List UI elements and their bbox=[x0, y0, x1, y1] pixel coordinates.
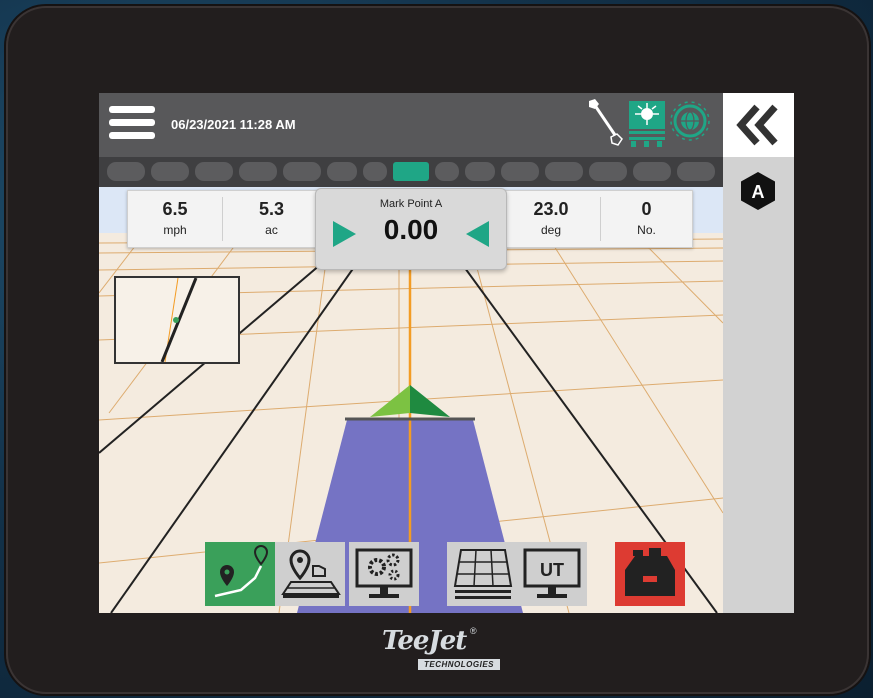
hexagon-a-icon: A bbox=[741, 172, 775, 210]
boom-section[interactable] bbox=[465, 162, 495, 181]
boom-section[interactable] bbox=[107, 162, 145, 181]
boom-section[interactable] bbox=[435, 162, 459, 181]
boom-sections-bar bbox=[99, 157, 723, 187]
guidance-mode-button[interactable] bbox=[205, 542, 275, 606]
settings-gears-monitor-icon bbox=[355, 548, 413, 598]
boom-section[interactable] bbox=[589, 162, 627, 181]
status-icons bbox=[589, 99, 710, 147]
field-menu-button[interactable] bbox=[447, 542, 517, 606]
double-chevron-left-icon bbox=[736, 104, 778, 146]
boom-section[interactable] bbox=[195, 162, 233, 181]
heading-unit: deg bbox=[540, 223, 562, 237]
speed-value: 6.5 bbox=[162, 199, 188, 219]
area-unit: ac bbox=[265, 223, 278, 237]
mode-a-badge[interactable]: A bbox=[738, 171, 778, 216]
boom-section[interactable] bbox=[239, 162, 277, 181]
hamburger-menu-icon[interactable] bbox=[109, 106, 155, 144]
logo-subtitle: TECHNOLOGIES bbox=[418, 659, 501, 670]
boom-line-icon bbox=[589, 99, 623, 146]
steer-right-arrow-icon bbox=[333, 221, 356, 247]
steer-left-arrow-icon bbox=[466, 221, 489, 247]
boom-section[interactable] bbox=[327, 162, 357, 181]
cross-track-label: Mark Point A bbox=[379, 198, 443, 210]
area-readout[interactable]: 5.3 ac bbox=[223, 191, 320, 247]
universal-terminal-button[interactable]: UT bbox=[517, 542, 587, 606]
swath-number-readout[interactable]: 0 No. bbox=[601, 191, 692, 247]
left-readout-bar: 6.5 mph 5.3 ac bbox=[127, 190, 321, 248]
field-grid-icon bbox=[453, 549, 513, 599]
heading-readout[interactable]: 23.0 deg bbox=[502, 191, 600, 247]
boom-section[interactable] bbox=[151, 162, 189, 181]
universal-terminal-icon: UT bbox=[523, 548, 581, 598]
mark-point-button[interactable] bbox=[275, 542, 345, 606]
boom-section-active[interactable] bbox=[393, 162, 429, 181]
product-toolbox-icon bbox=[625, 548, 675, 596]
registered-mark: ® bbox=[470, 626, 477, 636]
ut-label: UT bbox=[540, 560, 564, 580]
map-marker-point-icon bbox=[281, 549, 341, 598]
speed-unit: mph bbox=[163, 223, 187, 237]
boom-section[interactable] bbox=[633, 162, 671, 181]
boom-section[interactable] bbox=[545, 162, 583, 181]
guidance-ab-icon bbox=[214, 545, 269, 598]
swath-number-value: 0 bbox=[641, 199, 652, 219]
mini-map bbox=[160, 278, 198, 362]
boom-section[interactable] bbox=[363, 162, 387, 181]
logo-text: TeeJet bbox=[382, 626, 467, 656]
product-control-button[interactable] bbox=[615, 542, 685, 606]
date-time: 06/23/2021 11:28 AM bbox=[171, 117, 296, 132]
boom-section[interactable] bbox=[677, 162, 715, 181]
collapse-panel-button[interactable] bbox=[723, 93, 794, 157]
cross-track-indicator[interactable]: Mark Point A 0.00 bbox=[315, 188, 507, 270]
swath-number-unit: No. bbox=[637, 223, 656, 237]
boom-section[interactable] bbox=[501, 162, 539, 181]
globe-status-icon bbox=[670, 101, 710, 141]
boom-section[interactable] bbox=[283, 162, 321, 181]
speed-readout[interactable]: 6.5 mph bbox=[128, 191, 222, 247]
right-readout-bar: 23.0 deg 0 No. bbox=[501, 190, 693, 248]
mode-badge-text: A bbox=[752, 182, 765, 202]
area-value: 5.3 bbox=[258, 199, 285, 219]
heading-value: 23.0 bbox=[533, 199, 569, 219]
gnss-antenna-icon bbox=[629, 101, 665, 147]
console-settings-button[interactable] bbox=[349, 542, 419, 606]
right-sidebar: A bbox=[723, 157, 794, 613]
top-status-bar: 06/23/2021 11:28 AM bbox=[99, 93, 723, 157]
overview-map-inset[interactable] bbox=[114, 276, 240, 364]
teejet-logo: TeeJet ® TECHNOLOGIES bbox=[378, 626, 518, 676]
display-screen: 06/23/2021 11:28 AM A 6.5 mph 5.3 ac 23.… bbox=[99, 93, 794, 613]
